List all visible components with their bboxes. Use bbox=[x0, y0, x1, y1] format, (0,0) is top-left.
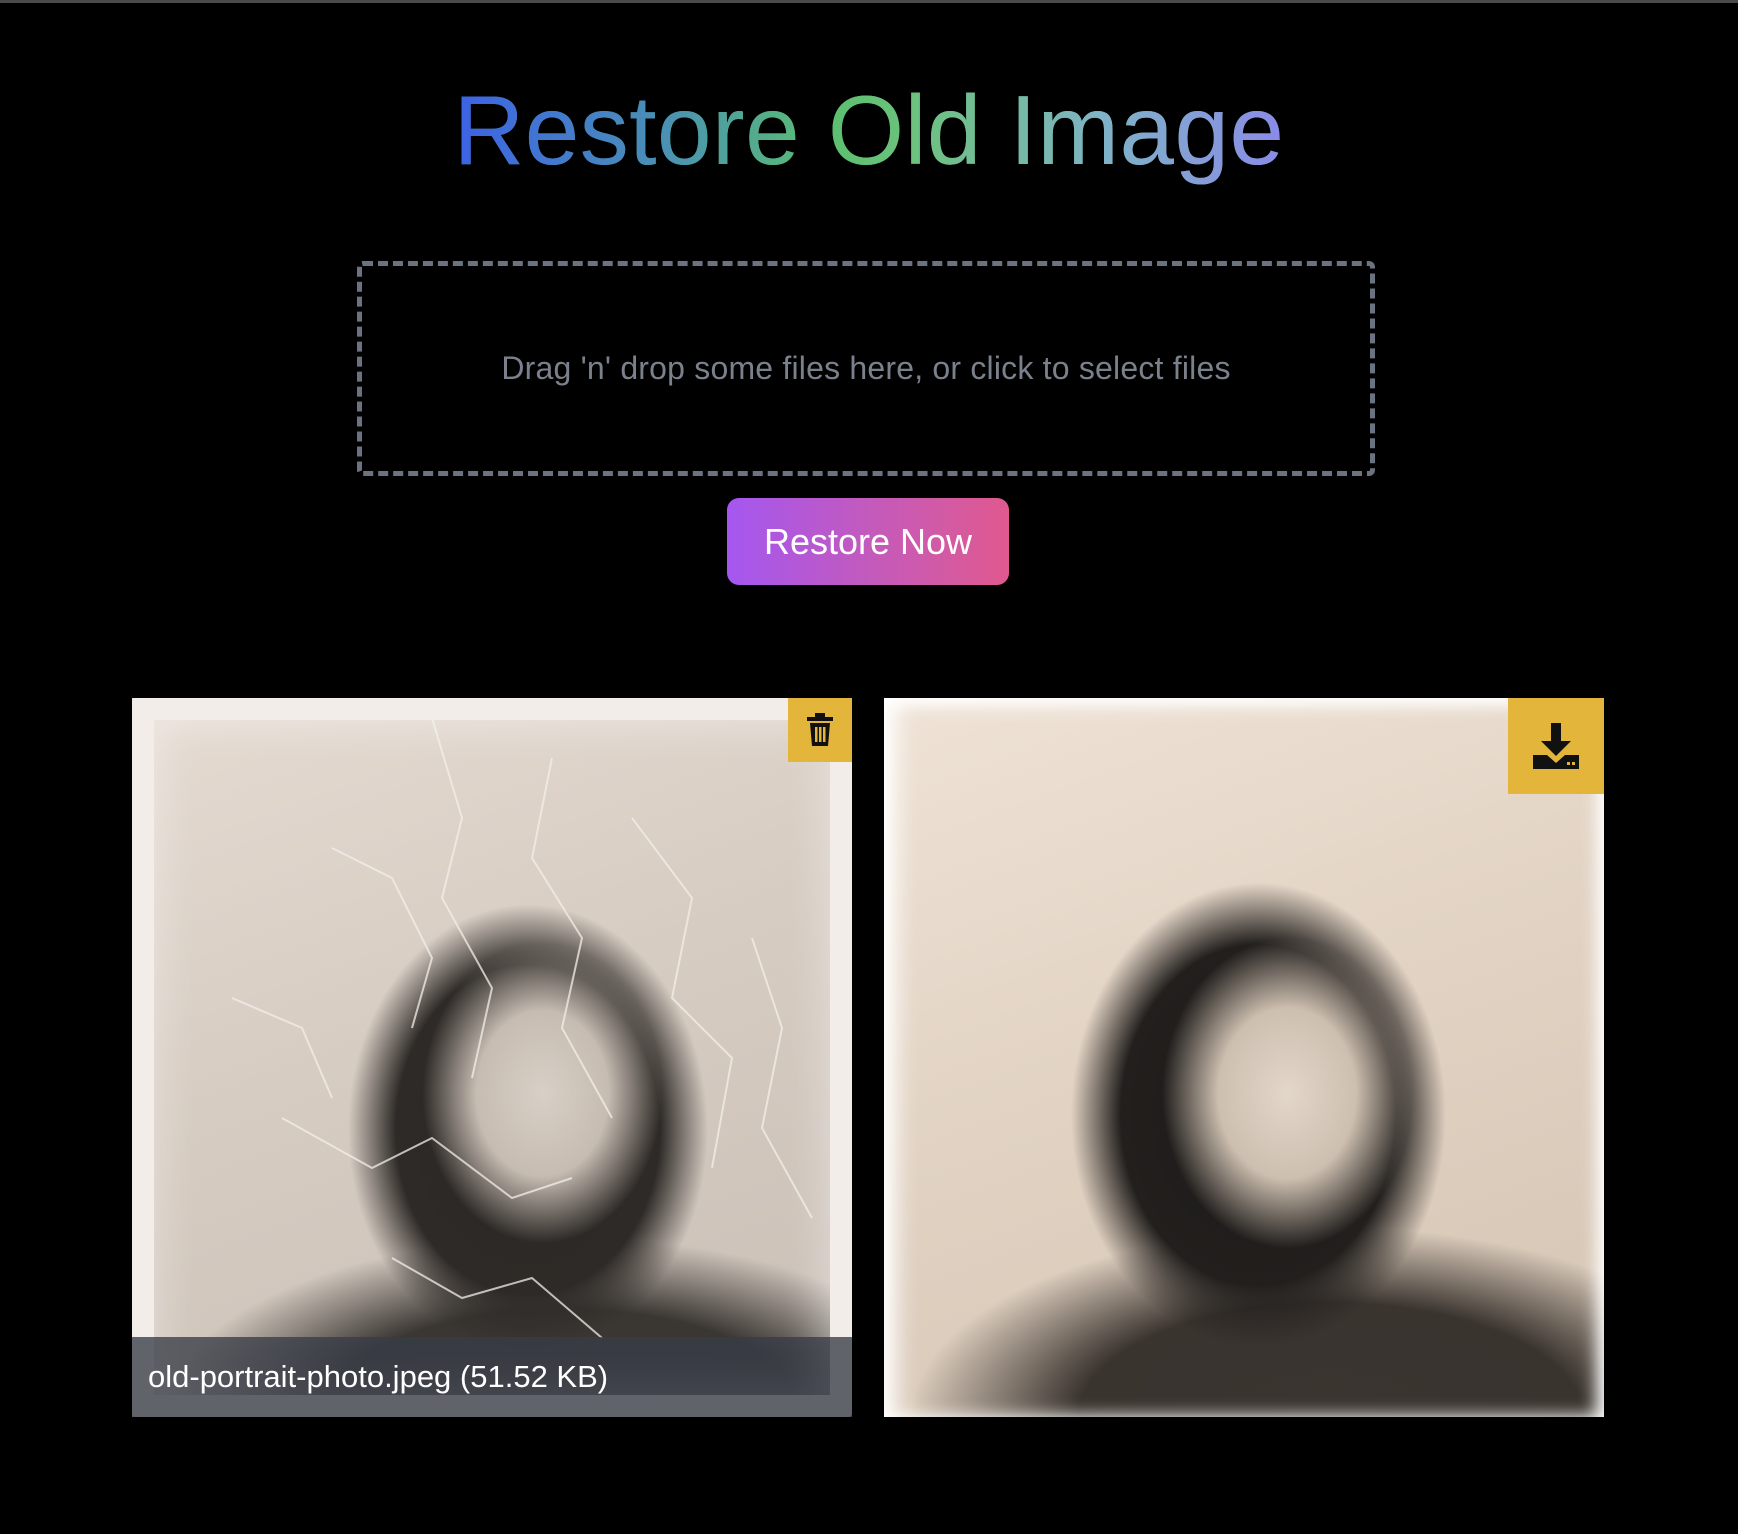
photo-frame bbox=[132, 698, 852, 1417]
original-photo bbox=[132, 698, 852, 1417]
dropzone-instructions: Drag 'n' drop some files here, or click … bbox=[501, 350, 1231, 386]
restored-photo bbox=[884, 698, 1604, 1417]
top-border bbox=[0, 0, 1738, 3]
delete-button[interactable] bbox=[788, 698, 852, 762]
page-title: Restore Old Image bbox=[0, 70, 1738, 190]
photo-frame bbox=[884, 698, 1604, 1417]
download-button[interactable] bbox=[1508, 698, 1604, 794]
trash-icon bbox=[807, 713, 833, 746]
file-dropzone[interactable]: Drag 'n' drop some files here, or click … bbox=[357, 261, 1375, 476]
download-icon bbox=[1533, 723, 1579, 769]
original-image-card: old-portrait-photo.jpeg (51.52 KB) bbox=[132, 698, 852, 1417]
restore-now-button[interactable]: Restore Now bbox=[727, 498, 1009, 585]
restored-image-card bbox=[884, 698, 1604, 1417]
file-caption: old-portrait-photo.jpeg (51.52 KB) bbox=[132, 1337, 852, 1417]
page-title-text: Restore Old Image bbox=[454, 70, 1285, 190]
